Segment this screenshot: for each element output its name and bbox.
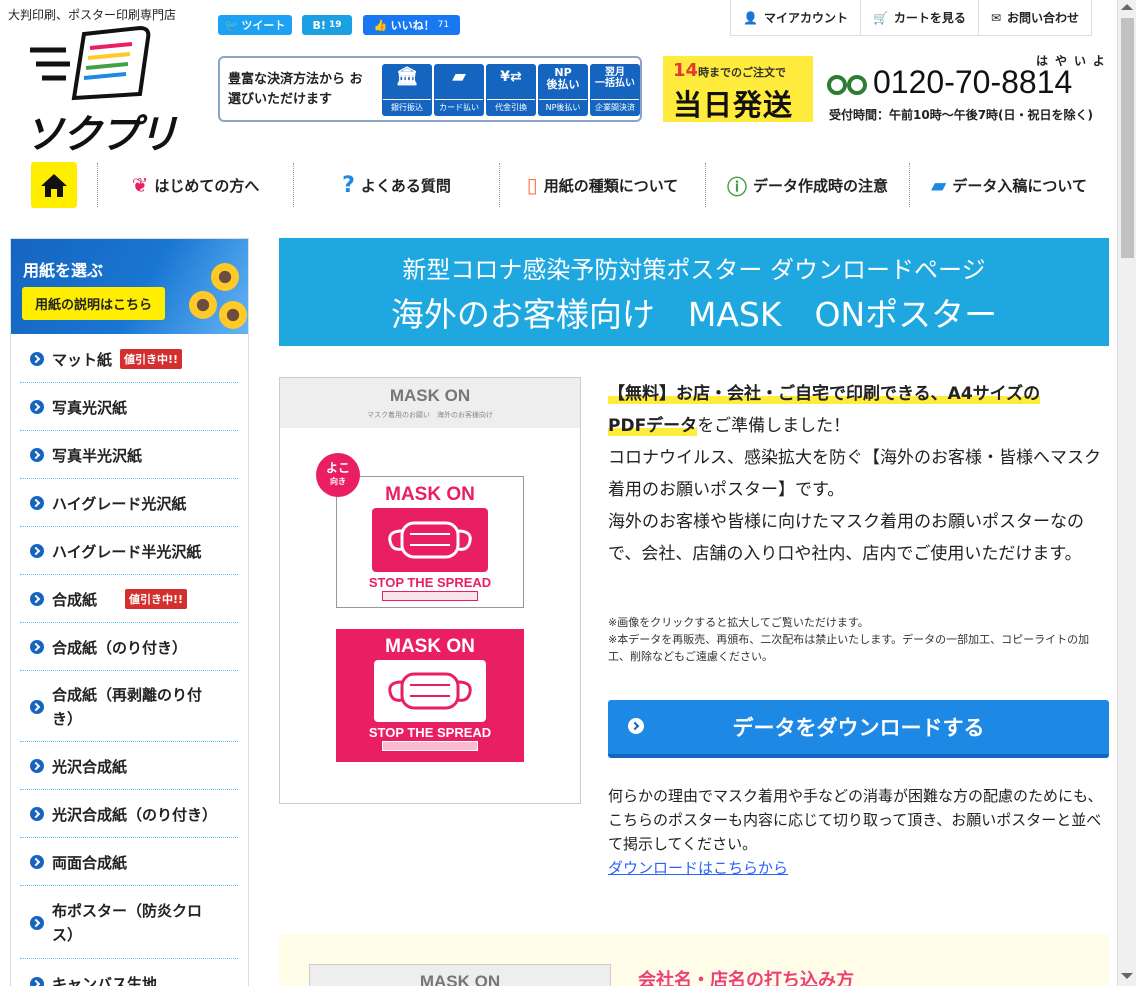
chevron-circle-icon [30,807,44,821]
tweet-button[interactable]: 🐦 ツイート [218,15,292,35]
sidebar-item-cloth-poster[interactable]: 布ポスター（防炎クロス） [20,887,238,959]
my-account-link[interactable]: 👤 マイアカウント [731,0,861,35]
secondary-paragraph: 何らかの理由でマスク着用や手などの消毒が困難な方の配慮のためにも、こちらのポスタ… [608,784,1108,880]
page-banner: 新型コロナ感染予防対策ポスター ダウンロードページ 海外のお客様向け MASK … [279,238,1109,346]
chevron-circle-icon [30,592,44,606]
sidebar-item-high-grade-glossy[interactable]: ハイグレード光沢紙 [20,480,238,527]
beginner-mark-icon: ❦ [131,173,149,197]
chevron-circle-icon [30,544,44,558]
folder-icon: ▰ [931,173,947,197]
phone-hours: 受付時間：午前10時〜午後7時(日・祝日を除く) [829,108,1094,122]
sale-badge: 値引き中!! [120,349,183,369]
cod-icon: ¥⇄ 代金引換 [486,64,536,116]
vertical-scrollbar[interactable] [1117,0,1136,986]
chevron-circle-icon [30,640,44,654]
section2-thumbnail[interactable]: MASK ON [309,964,611,986]
chevron-circle-icon [30,699,44,714]
chevron-circle-icon [30,855,44,869]
phone-number[interactable]: 0120-70-8814 [827,64,1072,101]
sidebar-item-synthetic-removable[interactable]: 合成紙（再剥離のり付き） [20,672,238,742]
sidebar-item-photo-semi-glossy[interactable]: 写真半光沢紙 [20,432,238,479]
twitter-bird-icon: 🐦 [224,18,239,32]
chevron-circle-icon [30,759,44,773]
paper-icon: ▯ [526,173,538,197]
sidebar-item-photo-glossy[interactable]: 写真光沢紙 [20,384,238,431]
nav-data-notes[interactable]: ⓘ データ作成時の注意 [706,163,910,207]
nav-paper-types[interactable]: ▯ 用紙の種類について [500,163,706,207]
payment-methods-box: 豊富な決済方法から お選びいただけます 🏛 銀行振込 ▰ カード払い ¥⇄ 代金引換 … [218,56,642,122]
np-icon: NP 後払い NP後払い [538,64,588,116]
chevron-circle-icon [30,448,44,462]
company-name-section: MASK ON 会社名・店名の打ち込み方 [279,934,1109,986]
cart-icon: 🛒 [872,10,888,25]
sunflower-image [189,291,217,319]
monthly-payment-icon: 翌月 一括払い 企業間決済 [590,64,640,116]
contact-link[interactable]: ✉ お問い合わせ [979,0,1093,35]
top-nav: 👤 マイアカウント 🛒 カートを見る ✉ お問い合わせ [730,0,1093,36]
sunflower-image [211,263,239,291]
sidebar-item-synthetic[interactable]: 合成紙 値引き中!! [20,576,238,623]
chevron-circle-icon [30,496,44,510]
usage-notes: ※画像をクリックすると拡大してご覧いただけます。 ※本データを再販売、再頒布、二… [608,616,1090,663]
same-day-shipping-badge: 14時までのご注文で 当日発送 [663,56,813,122]
mail-icon: ✉ [990,10,1001,25]
freedial-icon [827,74,867,95]
nav-beginners[interactable]: ❦ はじめての方へ [98,163,294,207]
chevron-circle-icon [30,352,44,366]
download-link[interactable]: ダウンロードはこちらから [608,856,1108,880]
hatena-bookmark-button[interactable]: B! 19 [302,15,352,35]
sidebar-item-synthetic-adhesive[interactable]: 合成紙（のり付き） [20,624,238,671]
sidebar-item-glossy-synthetic[interactable]: 光沢合成紙 [20,743,238,790]
site-logo[interactable]: ソクプリ [22,24,187,158]
view-cart-link[interactable]: 🛒 カートを見る [861,0,979,35]
nav-faq[interactable]: ? よくある質問 [294,163,500,207]
nav-data-submission[interactable]: ▰ データ入稿について [910,163,1108,207]
description: 【無料】お店・会社・ご自宅で印刷できる、A4サイズの PDFデータをご準備しました… [608,384,1101,564]
sidebar-header: 用紙を選ぶ 用紙の説明はこちら [11,239,248,334]
scroll-up-arrow-icon[interactable] [1121,4,1133,10]
sunflower-image [219,301,247,329]
sidebar-item-high-grade-semi-glossy[interactable]: ハイグレード半光沢紙 [20,528,238,575]
poster-thumbnail-filled: MASK ON STOP THE SPREAD [336,629,524,762]
chevron-circle-icon [30,915,44,930]
bank-icon: 🏛 銀行振込 [382,64,432,116]
main-nav: ❦ はじめての方へ ? よくある質問 ▯ 用紙の種類について ⓘ データ作成時の注意 ▰… [10,158,1108,212]
sidebar: 用紙を選ぶ 用紙の説明はこちら マット紙 値引き中!! 写真光沢紙 写真半光沢紙 … [10,238,249,986]
orientation-badge: よこ 向き [316,453,360,497]
page-title: 海外のお客様向け MASK ONポスター [390,295,998,334]
sale-badge: 値引き中!! [125,589,188,609]
sidebar-item-glossy-synthetic-adhesive[interactable]: 光沢合成紙（のり付き） [20,791,238,838]
warning-circle-icon: ⓘ [726,174,747,199]
scroll-down-arrow-icon[interactable] [1121,973,1133,979]
chevron-circle-icon [30,976,44,986]
user-icon: 👤 [743,10,758,25]
question-icon: ? [342,172,355,198]
thumbs-up-icon: 👍 [373,18,388,32]
poster-thumbnail-outline: MASK ON STOP THE SPREAD [336,476,524,608]
nav-home[interactable] [10,162,98,208]
home-icon [30,162,77,208]
banner-subtitle: 新型コロナ感染予防対策ポスター ダウンロードページ [402,256,986,284]
card-icon: ▰ カード払い [434,64,484,116]
chevron-circle-icon [30,400,44,414]
sidebar-item-double-sided[interactable]: 両面合成紙 [20,839,238,886]
sidebar-item-canvas[interactable]: キャンバス生地 [20,960,238,986]
logo-text: ソクプリ [24,112,178,158]
sidebar-item-matte[interactable]: マット紙 値引き中!! [20,336,238,383]
mask-icon [374,660,486,722]
site-tagline: 大判印刷、ポスター印刷専門店 [8,8,177,22]
chevron-circle-icon [628,718,644,734]
scroll-thumb[interactable] [1121,18,1134,258]
paper-explanation-button[interactable]: 用紙の説明はこちら [22,287,165,320]
download-button[interactable]: データをダウンロードする [608,700,1109,758]
poster-preview-image[interactable]: MASK ON マスク着用のお願い 海外のお客様向け MASK ON STOP … [279,377,581,804]
section2-title: 会社名・店名の打ち込み方 [638,970,854,986]
facebook-like-button[interactable]: 👍 いいね！ 71 [363,15,460,35]
mask-icon [372,508,488,572]
